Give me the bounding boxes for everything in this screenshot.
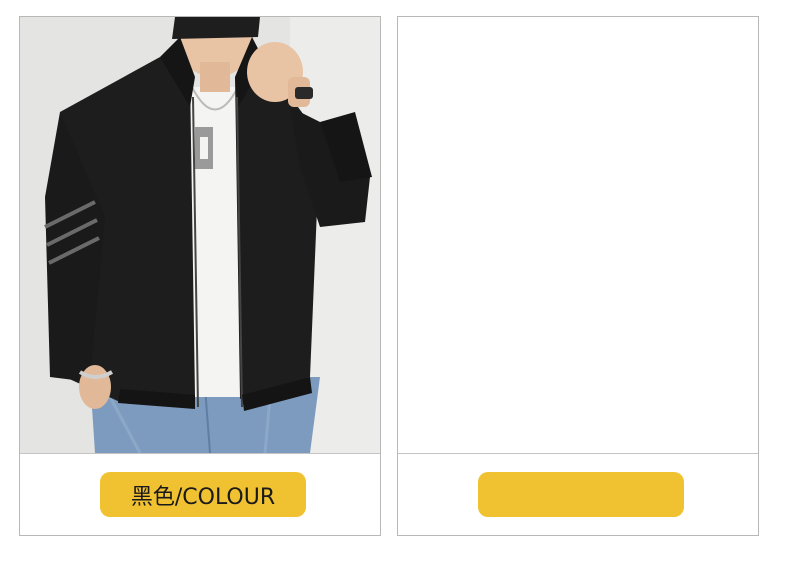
card-divider xyxy=(20,453,380,454)
product-card-black[interactable]: 黑色/COLOUR xyxy=(19,16,381,536)
color-option-label: 黑色/COLOUR xyxy=(130,484,276,510)
product-card-empty[interactable] xyxy=(397,16,759,536)
product-photo xyxy=(20,17,380,453)
card-divider xyxy=(398,453,758,454)
color-option-empty[interactable] xyxy=(478,472,684,517)
color-option-black[interactable]: 黑色/COLOUR xyxy=(100,472,306,517)
product-photo-placeholder xyxy=(398,17,758,453)
